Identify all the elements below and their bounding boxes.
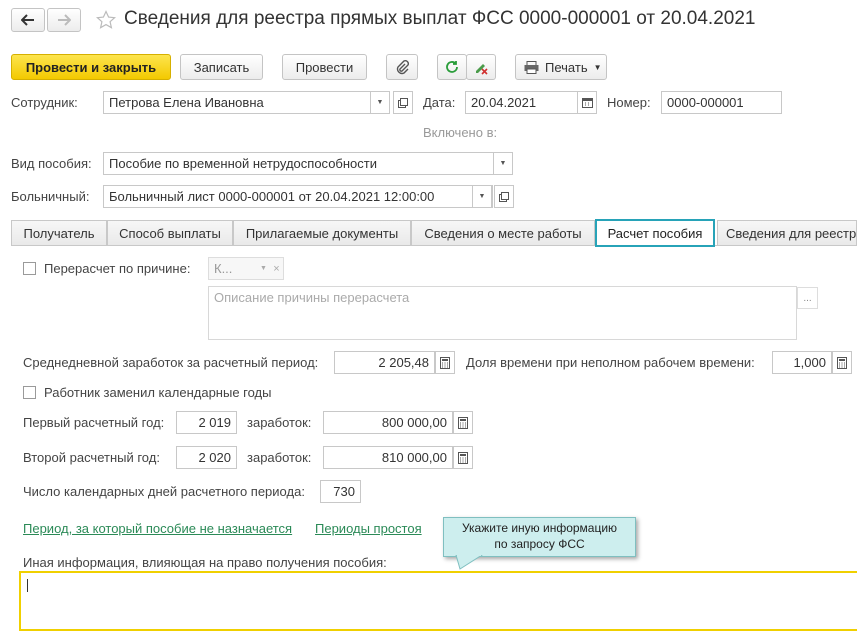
arrow-left-icon (21, 14, 34, 26)
first-year-earnings-field[interactable]: 800 000,00 (323, 411, 453, 434)
avg-daily-field[interactable]: 2 205,48 (334, 351, 435, 374)
tab-attached-documents[interactable]: Прилагаемые документы (233, 220, 411, 245)
page-title: Сведения для реестра прямых выплат ФСС 0… (124, 8, 756, 29)
avg-daily-label: Среднедневной заработок за расчетный пер… (23, 355, 319, 370)
clear-marks-button[interactable] (466, 54, 496, 80)
number-field[interactable]: 0000-000001 (661, 91, 782, 114)
sick-leave-open-button[interactable] (494, 185, 514, 208)
print-button[interactable]: Печать ▼ (515, 54, 607, 80)
employee-label: Сотрудник: (11, 95, 78, 110)
back-button[interactable] (11, 8, 45, 32)
calendar-icon (581, 98, 593, 108)
chevron-down-icon: ▼ (478, 193, 486, 200)
recalc-reason-value: К... (214, 261, 233, 276)
avg-daily-calculator-button[interactable] (435, 351, 455, 374)
tab-strip-line (11, 245, 857, 246)
second-year-field[interactable]: 2 020 (176, 446, 237, 469)
refresh-button[interactable] (437, 54, 467, 80)
part-time-label: Доля времени при неполном рабочем времен… (466, 355, 755, 370)
date-label: Дата: (423, 95, 456, 110)
post-and-close-button[interactable]: Провести и закрыть (11, 54, 171, 80)
calculator-icon (837, 356, 847, 369)
employee-open-button[interactable] (393, 91, 413, 114)
recalc-description-placeholder: Описание причины перерасчета (214, 290, 410, 305)
tooltip-callout: Укажите иную информацию по запросу ФСС (443, 517, 636, 557)
calendar-button[interactable] (577, 91, 597, 114)
replaced-years-checkbox[interactable] (23, 386, 36, 399)
calculator-icon (458, 451, 468, 464)
chevron-down-icon[interactable]: ▼ (257, 265, 270, 272)
recalc-reason-field[interactable]: К... ▼ × (208, 257, 284, 280)
chevron-down-icon: ▼ (499, 160, 507, 167)
benefit-type-dropdown-button[interactable]: ▼ (493, 152, 513, 175)
second-year-calculator-button[interactable] (453, 446, 473, 469)
replaced-years-label: Работник заменил календарные годы (44, 385, 272, 400)
tooltip-pointer (455, 555, 483, 570)
printer-icon (524, 60, 539, 74)
recalc-checkbox[interactable] (23, 262, 36, 275)
arrow-right-icon (58, 14, 71, 26)
clear-icon[interactable]: × (270, 263, 283, 275)
other-info-label: Иная информация, влияющая на право получ… (23, 555, 387, 570)
second-year-earnings-label: заработок: (247, 450, 312, 465)
paperclip-icon (396, 60, 409, 75)
calendar-days-label: Число календарных дней расчетного период… (23, 484, 305, 499)
tab-workplace-info[interactable]: Сведения о месте работы (411, 220, 595, 245)
tab-benefit-calculation[interactable]: Расчет пособия (595, 219, 715, 247)
open-window-icon (398, 97, 408, 108)
employee-dropdown-button[interactable]: ▼ (370, 91, 390, 114)
part-time-calculator-button[interactable] (832, 351, 852, 374)
attach-button[interactable] (386, 54, 418, 80)
tab-recipient[interactable]: Получатель (11, 220, 107, 245)
print-label: Печать (545, 59, 588, 75)
second-year-earnings-field[interactable]: 810 000,00 (323, 446, 453, 469)
star-icon[interactable] (96, 10, 116, 30)
not-assigned-period-link[interactable]: Период, за который пособие не назначаетс… (23, 521, 292, 536)
sick-leave-dropdown-button[interactable]: ▼ (472, 185, 492, 208)
number-label: Номер: (607, 95, 651, 110)
chevron-down-icon: ▼ (376, 99, 384, 106)
employee-field[interactable]: Петрова Елена Ивановна (103, 91, 390, 114)
tab-payment-method[interactable]: Способ выплаты (107, 220, 233, 245)
included-in-label: Включено в: (423, 125, 498, 140)
downtime-periods-link[interactable]: Периоды простоя (315, 521, 422, 536)
text-cursor (27, 579, 28, 592)
chevron-down-icon: ▼ (593, 62, 602, 72)
first-year-field[interactable]: 2 019 (176, 411, 237, 434)
forward-button[interactable] (47, 8, 81, 32)
save-button[interactable]: Записать (180, 54, 263, 80)
refresh-icon (446, 61, 458, 73)
post-button[interactable]: Провести (282, 54, 367, 80)
sick-leave-field[interactable]: Больничный лист 0000-000001 от 20.04.202… (103, 185, 493, 208)
benefit-type-select[interactable]: Пособие по временной нетрудоспособности (103, 152, 513, 175)
recalc-label: Перерасчет по причине: (44, 261, 191, 276)
open-window-icon (499, 191, 509, 202)
calculator-icon (440, 356, 450, 369)
second-year-label: Второй расчетный год: (23, 450, 160, 465)
first-year-earnings-label: заработок: (247, 415, 312, 430)
tab-registry-info[interactable]: Сведения для реестр (717, 220, 857, 245)
sick-leave-label: Больничный: (11, 189, 90, 204)
recalc-description-field[interactable]: Описание причины перерасчета (208, 286, 797, 340)
calendar-days-field[interactable]: 730 (320, 480, 361, 503)
part-time-field[interactable]: 1,000 (772, 351, 832, 374)
recalc-more-button[interactable]: ... (797, 287, 818, 309)
first-year-label: Первый расчетный год: (23, 415, 165, 430)
calculator-icon (458, 416, 468, 429)
benefit-type-label: Вид пособия: (11, 156, 92, 171)
tooltip-text: Укажите иную информацию по запросу ФСС (461, 521, 618, 551)
pen-cancel-icon (476, 64, 488, 75)
other-info-textarea[interactable] (19, 571, 857, 631)
first-year-calculator-button[interactable] (453, 411, 473, 434)
